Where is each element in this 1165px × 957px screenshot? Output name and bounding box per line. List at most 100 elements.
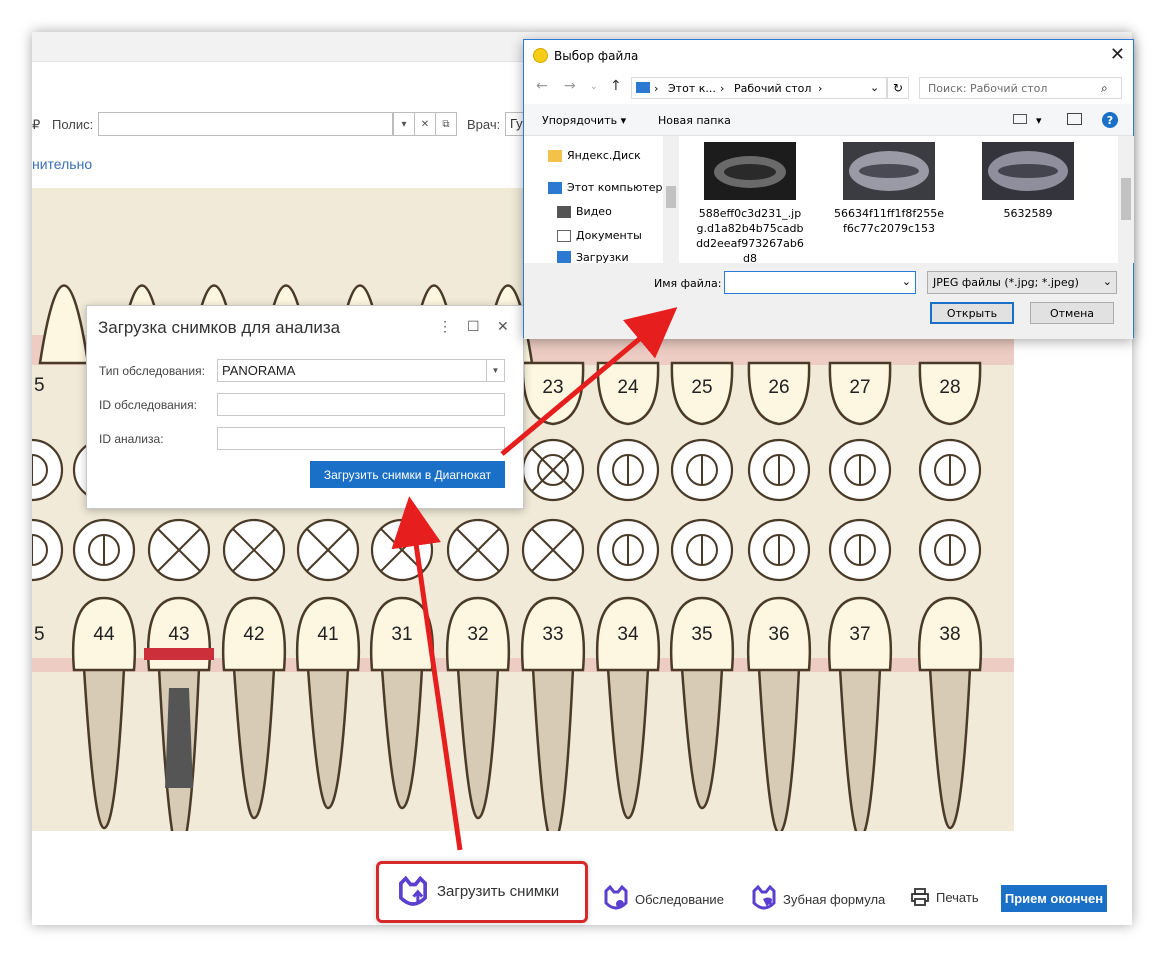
- search-input[interactable]: Поиск: Рабочий стол: [919, 77, 1122, 99]
- additional-link[interactable]: нительно: [32, 156, 92, 172]
- file-name-1[interactable]: 588eff0c3d231_.jpg.d1a82b4b75cadbdd2eeaf…: [695, 206, 805, 266]
- dental-formula-button[interactable]: Зубная формула: [751, 885, 885, 913]
- refresh-icon[interactable]: ↻: [887, 77, 909, 99]
- tree-item-downloads[interactable]: Загрузки: [557, 251, 629, 263]
- scrollbar-thumb[interactable]: [666, 186, 676, 208]
- ruble-sign: ₽: [32, 117, 41, 132]
- breadcrumb-desktop[interactable]: Рабочий стол: [734, 82, 811, 95]
- tree-item-video[interactable]: Видео: [557, 205, 612, 218]
- upload-dialog-title: Загрузка снимков для анализа: [98, 318, 341, 337]
- file-dialog-footer: Имя файла: ⌄ JPEG файлы (*.jpg; *.jpeg) …: [524, 263, 1133, 339]
- chevron-down-icon[interactable]: ⌄: [902, 275, 911, 288]
- computer-icon: [636, 82, 650, 93]
- close-icon[interactable]: ✕: [1110, 44, 1125, 65]
- tooth-43-implant: [165, 688, 193, 788]
- xray-thumbnail-icon: [843, 142, 935, 200]
- breadcrumb-this-pc[interactable]: Этот к...: [668, 82, 716, 95]
- tooth-number: 35: [691, 624, 712, 645]
- preview-pane-icon[interactable]: [1067, 113, 1082, 125]
- back-arrow-icon[interactable]: ←: [536, 78, 548, 94]
- tooth-number: 24: [617, 377, 639, 398]
- tooth-number: 33: [542, 624, 563, 645]
- address-chevron-icon[interactable]: ⌄: [870, 81, 879, 94]
- downloads-folder-icon: [557, 251, 571, 263]
- maximize-icon[interactable]: ☐: [467, 318, 480, 335]
- exam-id-field[interactable]: [217, 393, 505, 416]
- polis-dropdown-button[interactable]: ▾: [393, 112, 415, 136]
- file-name-2[interactable]: 56634f11ff1f8f255ef6c77c2079c153: [834, 206, 944, 236]
- view-chevron-icon[interactable]: ▾: [1036, 114, 1042, 127]
- xray-thumbnail-icon: [704, 142, 796, 200]
- history-chevron-icon[interactable]: ⌄: [590, 82, 598, 92]
- file-thumbnail[interactable]: [704, 142, 796, 200]
- filetype-value: JPEG файлы (*.jpg; *.jpeg): [933, 276, 1079, 289]
- chevron-down-icon[interactable]: ▼: [486, 359, 504, 382]
- tooth-number: 43: [168, 624, 189, 645]
- polis-clear-button[interactable]: ✕: [414, 112, 436, 136]
- tree-label: Видео: [576, 205, 612, 218]
- lower-tooth-root: [680, 666, 724, 810]
- file-thumbnail[interactable]: [843, 142, 935, 200]
- chevron-down-icon[interactable]: ⌄: [1103, 275, 1112, 288]
- cancel-button[interactable]: Отмена: [1030, 302, 1114, 324]
- tooth-number: 44: [93, 624, 115, 645]
- diagnocat-upload-icon: [399, 876, 427, 906]
- diagnocat-tooth-icon: [752, 885, 776, 910]
- filename-field[interactable]: ⌄: [724, 271, 916, 294]
- scrollbar-thumb[interactable]: [1121, 178, 1131, 220]
- xray-thumbnail-icon: [982, 142, 1074, 200]
- tooth-number: 27: [849, 377, 870, 398]
- upload-to-diagnocat-button[interactable]: Загрузить снимки в Диагнокат: [310, 461, 505, 488]
- exam-type-value: PANORAMA: [222, 363, 296, 378]
- tooth-number: 37: [849, 624, 870, 645]
- file-thumbnail[interactable]: [982, 142, 1074, 200]
- analysis-id-field[interactable]: [217, 427, 505, 450]
- folder-icon: [548, 149, 562, 162]
- open-button[interactable]: Открыть: [930, 302, 1014, 324]
- print-button[interactable]: Печать: [910, 887, 979, 907]
- file-name-3[interactable]: 5632589: [973, 206, 1083, 221]
- tree-item-documents[interactable]: Документы: [557, 229, 642, 242]
- organize-label: Упорядочить: [542, 114, 618, 127]
- tree-label: Документы: [576, 229, 642, 242]
- tree-item-yandex-disk[interactable]: Яндекс.Диск: [548, 149, 641, 162]
- polis-open-button[interactable]: ⧉: [435, 112, 457, 136]
- tooth-number: 42: [243, 624, 264, 645]
- forward-arrow-icon[interactable]: →: [564, 78, 576, 94]
- print-label: Печать: [936, 889, 979, 905]
- address-bar[interactable]: › Этот к... › Рабочий стол › ⌄: [631, 77, 887, 99]
- organize-button[interactable]: Упорядочить ▾: [542, 114, 626, 127]
- more-menu-icon[interactable]: ⋮: [438, 318, 452, 335]
- lower-tooth-root: [232, 666, 276, 820]
- lower-tooth-root: [838, 666, 882, 831]
- new-folder-button[interactable]: Новая папка: [658, 114, 731, 127]
- file-dialog-titlebar: Выбор файла ✕: [524, 40, 1133, 70]
- exam-button[interactable]: Обследование: [603, 885, 724, 913]
- help-icon[interactable]: ?: [1102, 112, 1118, 128]
- polis-input[interactable]: [98, 112, 393, 136]
- filetype-select[interactable]: JPEG файлы (*.jpg; *.jpeg) ⌄: [927, 271, 1117, 294]
- view-mode-icon[interactable]: [1013, 114, 1027, 124]
- tree-item-this-pc[interactable]: Этот компьютер: [548, 181, 663, 194]
- tree-scrollbar[interactable]: [663, 136, 679, 263]
- upload-images-button[interactable]: Загрузить снимки: [376, 861, 588, 923]
- video-folder-icon: [557, 205, 571, 218]
- dental-formula-label: Зубная формула: [783, 891, 886, 907]
- file-dialog-navbar: ← → ⌄ ↑ › Этот к... › Рабочий стол › ⌄ ↻…: [524, 70, 1133, 104]
- documents-folder-icon: [557, 229, 571, 242]
- finish-appointment-button[interactable]: Прием окончен: [1001, 885, 1107, 912]
- files-scrollbar[interactable]: [1118, 136, 1134, 263]
- upload-images-label: Загрузить снимки: [437, 883, 560, 900]
- tooth-43-gum-marker: [144, 648, 214, 660]
- tooth-number: 34: [617, 624, 639, 645]
- exam-type-select[interactable]: PANORAMA ▼: [217, 359, 505, 382]
- close-icon[interactable]: ✕: [497, 318, 509, 335]
- up-arrow-icon[interactable]: ↑: [610, 78, 622, 94]
- file-picker-dialog: Выбор файла ✕ ← → ⌄ ↑ › Этот к... › Рабо…: [523, 39, 1134, 339]
- tree-label: Загрузки: [576, 251, 629, 263]
- lower-tooth-root: [757, 666, 801, 831]
- browser-logo-icon: [533, 48, 548, 63]
- tooth-number: 5: [34, 624, 45, 645]
- tooth-number: 28: [939, 377, 960, 398]
- file-dialog-body: Яндекс.Диск Этот компьютер Видео Докумен…: [524, 136, 1134, 266]
